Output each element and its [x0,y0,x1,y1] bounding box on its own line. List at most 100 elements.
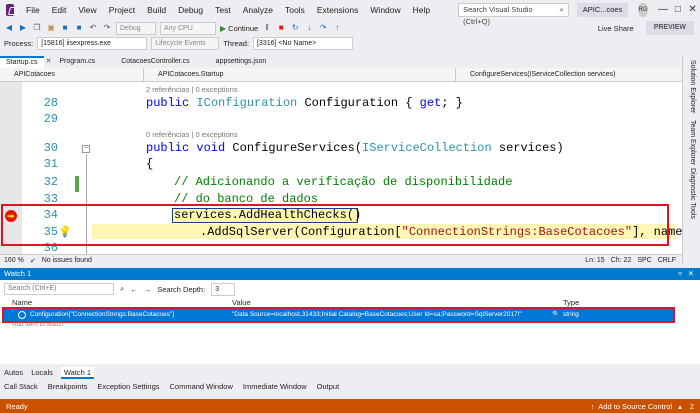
minimize-icon[interactable]: — [656,0,671,20]
close-icon[interactable]: ✕ [685,0,700,20]
platform-combo[interactable]: Any CPU [160,21,216,35]
keyword: public [146,96,197,110]
notifications-badge[interactable]: 2 [690,402,694,411]
class-dropdown[interactable]: APICotacoes.Startup [144,68,456,81]
zoom-combo[interactable]: 160 % [4,257,24,264]
search-icon[interactable]: ⌕ [120,284,124,294]
tab-command-window[interactable]: Command Window [170,382,233,394]
redo-icon[interactable]: ↷ [102,23,112,33]
tab-locals[interactable]: Locals [31,367,53,379]
undo-icon[interactable]: ↶ [88,23,98,33]
watch-title-bar: Watch 1 ✕ ▿ [0,268,700,280]
menu-view[interactable]: View [72,0,102,20]
member-dropdown[interactable]: ConfigureServices(IServiceCollection ser… [456,68,682,81]
process-combo[interactable]: [15816] iisexpress.exe [37,36,148,50]
search-depth-label: Search Depth: [157,284,206,294]
code-text: Configuration { [297,96,420,110]
menu-extensions[interactable]: Extensions [311,0,365,20]
tab-program[interactable]: Program.cs [53,56,101,68]
team-explorer-tab[interactable]: Team Explorer [689,120,696,165]
line-number: 31 [43,157,58,171]
tab-exception-settings[interactable]: Exception Settings [97,382,159,394]
tab-immediate-window[interactable]: Immediate Window [243,382,307,394]
tab-autos[interactable]: Autos [4,367,23,379]
watch-search-input[interactable]: Search (Ctrl+E) [4,283,114,295]
highlight-box [1,204,669,246]
menu-help[interactable]: Help [407,0,436,20]
line-number: 29 [43,112,58,126]
watch-title: Watch 1 [4,269,32,278]
open-folder-icon[interactable]: ▣ [46,23,56,33]
search-depth-combo[interactable]: 3 [211,282,236,296]
column-type[interactable]: Type [563,298,579,307]
step-over-icon[interactable]: ↷ [318,23,328,33]
collapse-icon[interactable]: − [82,145,90,153]
tab-appsettings[interactable]: appsettings.json [210,56,273,68]
spacing-indicator: SPC [637,257,652,264]
tab-watch-1[interactable]: Watch 1 [60,367,95,379]
save-icon[interactable]: ■ [60,23,70,33]
menu-project[interactable]: Project [103,0,141,20]
column-value[interactable]: Value [232,298,251,307]
save-all-icon[interactable]: ■ [74,23,84,33]
code-text: ; } [441,96,463,110]
thread-combo[interactable]: [3316] <No Name> [253,36,354,50]
solution-explorer-tab[interactable]: Solution Explorer [689,60,696,113]
member-name: ConfigureServices(IServiceCollection ser… [470,71,616,78]
pin-icon[interactable]: ▿ [678,268,682,280]
search-icon: ⌕ [559,5,564,14]
menu-window[interactable]: Window [364,0,406,20]
search-input[interactable]: Search Visual Studio (Ctrl+Q) ⌕ [458,3,569,26]
menu-edit[interactable]: Edit [46,0,73,20]
char-indicator: Ch: 22 [610,257,632,264]
close-icon[interactable]: ✕ [688,268,694,280]
preview-badge[interactable]: PREVIEW [645,21,694,35]
diagnostic-tools-tab[interactable]: Diagnostic Tools [689,168,696,219]
issues-status[interactable]: No issues found [42,257,92,264]
code-lens[interactable]: 0 referências | 0 exceptions [146,130,238,139]
code-editor[interactable]: 28 29 30 31 32 33 34 35 36 − 2 referênci… [0,82,682,254]
line-number: 32 [43,175,58,189]
forward-icon[interactable]: ▶ [18,23,28,33]
keyword: get [419,96,442,110]
debug-location-toolbar: Process: [15816] iisexpress.exe Lifecycl… [0,36,700,50]
visual-studio-logo-icon [6,4,15,16]
dropdown-arrow-icon[interactable]: ▴ [678,402,682,411]
line-ending-indicator: CRLF [657,257,676,264]
restart-icon[interactable]: ↻ [290,23,300,33]
tab-call-stack[interactable]: Call Stack [4,382,38,394]
back-icon[interactable]: ◀ [4,23,14,33]
source-control-button[interactable]: Add to Source Control [598,402,672,411]
menu-analyze[interactable]: Analyze [237,0,279,20]
step-out-icon[interactable]: ↑ [332,23,342,33]
stop-icon[interactable]: ■ [276,23,286,33]
continue-button[interactable]: ▶ Continue [220,24,258,33]
up-arrow-icon: ↑ [590,401,595,411]
code-lens[interactable]: 2 referências | 0 exceptions [146,85,238,94]
watch-toolbar: Search (Ctrl+E) ⌕ ← → Search Depth: 3 [0,282,700,296]
menu-build[interactable]: Build [141,0,172,20]
configuration-combo[interactable]: Debug [116,21,156,35]
live-share-button[interactable]: Live Share [598,24,634,33]
new-item-icon[interactable]: ❐ [32,23,42,33]
menu-file[interactable]: File [20,0,46,20]
menu-debug[interactable]: Debug [172,0,209,20]
column-name[interactable]: Name [12,298,32,307]
pause-icon[interactable]: ‖ [262,23,272,33]
tab-breakpoints[interactable]: Breakpoints [48,382,88,394]
step-into-icon[interactable]: ↓ [304,23,314,33]
arrow-left-icon[interactable]: ← [130,285,138,294]
tab-startup[interactable]: Startup.cs [0,56,44,68]
pin-icon[interactable]: ✕ [44,56,54,68]
tab-output[interactable]: Output [317,382,340,394]
add-watch-input[interactable]: Add item to watch [12,321,64,328]
menu-test[interactable]: Test [209,0,237,20]
avatar[interactable]: RG [638,3,648,17]
arrow-right-icon[interactable]: → [144,285,152,294]
maximize-icon[interactable]: □ [670,0,685,20]
tab-cotacoes-controller[interactable]: CotacoesController.cs [115,56,195,68]
project-dropdown[interactable]: APICotacoes [0,68,144,81]
menu-tools[interactable]: Tools [279,0,311,20]
process-label: Process: [4,38,34,48]
lifecycle-events-combo[interactable]: Lifecycle Events [151,36,220,50]
